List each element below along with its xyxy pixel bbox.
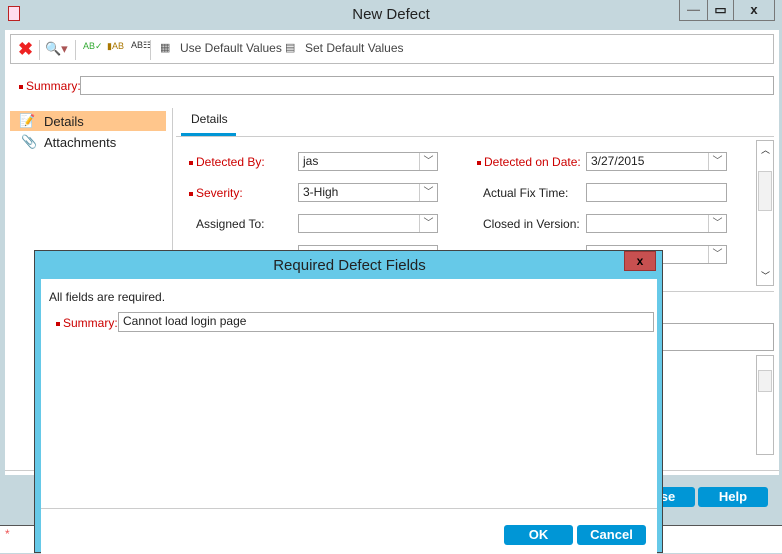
title-bar: New Defect — ▭ x bbox=[0, 0, 782, 30]
fix-time-input[interactable] bbox=[586, 183, 727, 202]
use-default-values-button[interactable]: Use Default Values bbox=[180, 41, 282, 55]
dialog-message: All fields are required. bbox=[49, 290, 166, 304]
window-title: New Defect bbox=[352, 6, 430, 23]
use-default-icon: ▦ bbox=[160, 42, 171, 54]
chevron-down-icon: ﹀ bbox=[419, 184, 437, 201]
separator bbox=[75, 40, 76, 60]
detected-by-label: Detected By: bbox=[189, 155, 265, 169]
help-button[interactable]: Help bbox=[698, 487, 768, 507]
value: 3/27/2015 bbox=[591, 154, 645, 168]
cancel-button[interactable]: Cancel bbox=[577, 525, 646, 545]
detected-by-select[interactable]: jas ﹀ bbox=[298, 152, 438, 171]
tab-label: Details bbox=[191, 112, 228, 126]
comments-area[interactable] bbox=[660, 323, 774, 351]
tab-strip-line bbox=[176, 136, 774, 137]
sidebar-item-details[interactable]: 📝 Details bbox=[10, 111, 166, 131]
closed-in-label: Closed in Version: bbox=[483, 217, 580, 231]
fix-time-label: Actual Fix Time: bbox=[483, 186, 569, 200]
assigned-to-select[interactable]: ﹀ bbox=[298, 214, 438, 233]
dialog-summary-input[interactable]: Cannot load login page bbox=[118, 312, 654, 332]
dialog-title: Required Defect Fields bbox=[273, 257, 426, 274]
ok-button[interactable]: OK bbox=[504, 525, 573, 545]
close-window-button[interactable]: x bbox=[733, 0, 775, 21]
separator bbox=[150, 40, 151, 60]
summary-label: Summary: bbox=[19, 79, 81, 93]
paperclip-icon: 📎 bbox=[21, 134, 38, 149]
detected-on-label: Detected on Date: bbox=[477, 155, 581, 169]
set-default-icon: ▤ bbox=[285, 42, 296, 54]
find-icon[interactable]: 🔍▾ bbox=[45, 41, 68, 57]
value: jas bbox=[303, 154, 319, 168]
separator bbox=[39, 40, 40, 60]
maximize-button[interactable]: ▭ bbox=[707, 0, 734, 21]
tab-details[interactable]: Details bbox=[181, 108, 236, 136]
toolbar: ✖ 🔍▾ AB✓ ▮AB AB☷ ▦ Use Default Values ▤ … bbox=[10, 34, 774, 64]
severity-label: Severity: bbox=[189, 186, 243, 200]
chevron-down-icon: ﹀ bbox=[708, 215, 726, 232]
chevron-down-icon: ﹀ bbox=[419, 215, 437, 232]
dialog-summary-label: Summary: bbox=[56, 316, 118, 330]
fields-scrollbar[interactable]: ︿ ﹀ bbox=[756, 140, 774, 286]
spelling-options-icon[interactable]: AB☷ bbox=[131, 40, 151, 51]
sidebar-item-attachments[interactable]: 📎 Attachments bbox=[10, 132, 166, 152]
sidebar-item-label: Attachments bbox=[44, 135, 117, 150]
chevron-down-icon: ﹀ bbox=[419, 153, 437, 170]
details-icon: 📝 bbox=[19, 113, 36, 128]
closed-in-version-select[interactable]: ﹀ bbox=[586, 214, 727, 233]
dialog-separator bbox=[41, 508, 657, 509]
chevron-down-icon: ﹀ bbox=[708, 153, 726, 170]
thesaurus-icon[interactable]: ▮AB bbox=[107, 41, 124, 52]
assigned-to-label: Assigned To: bbox=[196, 217, 265, 231]
required-fields-dialog: Required Defect Fields x All fields are … bbox=[34, 250, 663, 554]
dialog-close-button[interactable]: x bbox=[624, 251, 656, 271]
sidebar-item-label: Details bbox=[44, 114, 84, 129]
severity-select[interactable]: 3-High ﹀ bbox=[298, 183, 438, 202]
detected-on-date-picker[interactable]: 3/27/2015 ﹀ bbox=[586, 152, 727, 171]
spell-check-icon[interactable]: AB✓ bbox=[83, 41, 103, 52]
delete-icon[interactable]: ✖ bbox=[18, 39, 33, 60]
modified-marker: * bbox=[5, 527, 10, 541]
dialog-body: All fields are required. Summary: Cannot… bbox=[41, 279, 657, 554]
chevron-down-icon: ﹀ bbox=[708, 246, 726, 263]
set-default-values-button[interactable]: Set Default Values bbox=[305, 41, 404, 55]
summary-input[interactable] bbox=[80, 76, 774, 95]
minimize-button[interactable]: — bbox=[679, 0, 708, 21]
value: 3-High bbox=[303, 185, 339, 199]
comments-scrollbar[interactable] bbox=[756, 355, 774, 455]
